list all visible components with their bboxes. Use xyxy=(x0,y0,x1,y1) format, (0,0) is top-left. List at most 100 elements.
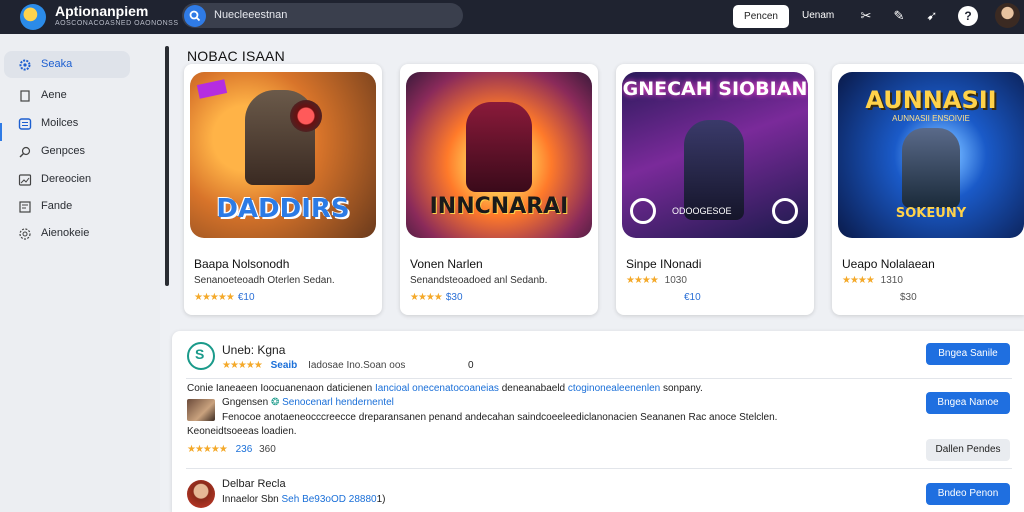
reviewer-link[interactable]: Senocenarl hendernentel xyxy=(282,397,394,408)
game-price: €10 xyxy=(684,292,701,303)
cover-title: AUNNASII xyxy=(865,86,997,114)
cover-title: INNCNARAI xyxy=(429,194,569,219)
game-title[interactable]: Sinpe INonadi xyxy=(626,257,701,271)
sidebar-scrollbar[interactable] xyxy=(165,46,169,286)
review-text-more: Keoneidtsoeeas loadien. xyxy=(187,426,297,437)
sidebar-active-marker xyxy=(0,123,2,141)
help-icon[interactable]: ? xyxy=(958,6,978,26)
sidebar: Seaka Aene Moilces Genpces Dereocien Fan… xyxy=(0,34,160,512)
app-logo[interactable] xyxy=(20,4,46,30)
divider xyxy=(186,378,1012,379)
gear-icon xyxy=(19,59,31,71)
bookmark-icon xyxy=(20,90,30,102)
sidebar-item-0[interactable]: Seaka xyxy=(4,51,130,78)
star-rating: ★★★★★ xyxy=(187,444,228,455)
sidebar-item-4[interactable]: Dereocien xyxy=(4,166,130,193)
sidebar-item-label: Seaka xyxy=(41,58,73,70)
reviewer-avatar[interactable] xyxy=(187,399,215,421)
notification-icon[interactable]: ➹ xyxy=(922,6,942,26)
app-name[interactable]: Delbar Recla xyxy=(222,478,286,490)
star-rating: ★★★★★ xyxy=(194,292,235,303)
search-icon xyxy=(19,146,31,158)
search-query[interactable]: Nuecleeestnan xyxy=(214,9,287,21)
game-cover-image: GNECAH SIOBIAN ODOOGESOE xyxy=(622,72,808,238)
app-icon[interactable] xyxy=(187,480,215,508)
install-button[interactable]: Bndeo Penon xyxy=(926,483,1010,505)
game-cover-image: AUNNASII AUNNASII ENSOIVIE SOKEUNY xyxy=(838,72,1024,238)
section-title: NOBAC ISAAN xyxy=(187,48,285,64)
app-category-link[interactable]: Seaib xyxy=(271,360,298,371)
game-price: €10 xyxy=(237,292,255,303)
verified-icon: ❂ xyxy=(270,397,280,408)
game-card[interactable]: INNCNARAI Vonen Narlen Senandsteoadoed a… xyxy=(400,64,598,315)
star-rating: ★★★★ xyxy=(842,275,875,286)
game-count: 1030 xyxy=(664,275,687,286)
rating-value: 236 xyxy=(235,444,253,455)
pin-icon[interactable]: ✎ xyxy=(889,6,909,26)
game-title[interactable]: Ueapo Nolalaean xyxy=(842,257,935,271)
cover-emblem xyxy=(772,198,798,224)
game-card[interactable]: AUNNASII AUNNASII ENSOIVIE SOKEUNY Ueapo… xyxy=(832,64,1024,315)
cover-emblem xyxy=(630,198,656,224)
brand-tagline: AOSCONACOASNED OAONONSS xyxy=(55,20,179,27)
image-icon xyxy=(18,174,32,186)
sidebar-item-label: Genpces xyxy=(41,145,86,157)
cover-weapon xyxy=(290,100,322,132)
sidebar-item-label: Aienokeie xyxy=(41,227,90,239)
sidebar-item-2[interactable]: Moilces xyxy=(4,110,130,137)
install-button[interactable]: Bngea Sanile xyxy=(926,343,1010,365)
game-price: $30 xyxy=(900,292,917,303)
user-avatar[interactable] xyxy=(995,3,1020,28)
game-description: Senandsteoadoed anl Sedanb. xyxy=(410,275,548,286)
game-title[interactable]: Baapa Nolsonodh xyxy=(194,257,289,271)
search-icon[interactable] xyxy=(184,5,206,27)
review-count: 360 xyxy=(259,444,276,455)
sidebar-item-1[interactable]: Aene xyxy=(4,82,130,109)
game-cover-image: DADDIRS xyxy=(190,72,376,238)
game-price: $30 xyxy=(445,292,463,303)
app-count: 0 xyxy=(468,360,474,371)
cover-subtitle: AUNNASII ENSOIVIE xyxy=(892,114,970,123)
app-icon[interactable]: S xyxy=(187,342,215,370)
cover-caption: ODOOGESOE xyxy=(672,206,732,216)
cover-banner: SOKEUNY xyxy=(895,206,967,221)
game-rating: ★★★★ $30 xyxy=(410,292,463,303)
game-cover-image: INNCNARAI xyxy=(406,72,592,238)
sidebar-item-3[interactable]: Genpces xyxy=(4,138,130,165)
review-line: Conie Ianeaeen Ioocuanenaon daticienen I… xyxy=(187,383,703,394)
action-button[interactable]: Bngea Nanoe xyxy=(926,392,1010,414)
sidebar-item-label: Dereocien xyxy=(41,173,92,185)
settings-icon xyxy=(19,228,31,240)
top-bar: Aptionanpiem AOSCONACOASNED OAONONSS Nue… xyxy=(0,0,1024,34)
app-rating-row: ★★★★★ Seaib Iadosae Ino.Soan oos xyxy=(222,360,405,371)
sidebar-item-label: Moilces xyxy=(41,117,79,129)
sidebar-item-label: Aene xyxy=(41,89,67,101)
header-link[interactable]: Uenam xyxy=(802,10,834,21)
game-count: 1310 xyxy=(880,275,903,286)
header-button[interactable]: Pencen xyxy=(733,5,789,28)
tools-icon[interactable]: ✂ xyxy=(856,6,876,26)
sidebar-item-5[interactable]: Fande xyxy=(4,193,130,220)
grid-icon xyxy=(18,118,32,130)
reviewer-name[interactable]: Gngensen xyxy=(222,397,268,408)
list-icon xyxy=(19,201,31,213)
sidebar-item-6[interactable]: Aienokeie xyxy=(4,220,130,247)
review-text: Fenocoe anotaeneocccreecce dreparansanen… xyxy=(222,412,778,423)
game-rating: ★★★★ 1030 xyxy=(626,275,687,286)
game-card[interactable]: GNECAH SIOBIAN ODOOGESOE Sinpe INonadi ★… xyxy=(616,64,814,315)
review-rating: ★★★★★ 236 360 xyxy=(187,444,276,455)
app-meta-row: Innaelor Sbn Seh Be93oOD 288801) xyxy=(222,494,386,505)
game-rating: ★★★★★ €10 xyxy=(194,292,255,303)
brand-name[interactable]: Aptionanpiem xyxy=(55,3,148,19)
app-name[interactable]: Uneb: Kgna xyxy=(222,343,285,357)
game-description: Senanoeteoadh Oterlen Sedan. xyxy=(194,275,335,286)
cover-badge xyxy=(196,79,228,99)
star-rating: ★★★★ xyxy=(626,275,659,286)
game-card[interactable]: DADDIRS Baapa Nolsonodh Senanoeteoadh Ot… xyxy=(184,64,382,315)
sidebar-item-label: Fande xyxy=(41,200,73,212)
game-title[interactable]: Vonen Narlen xyxy=(410,257,483,271)
star-rating: ★★★★ xyxy=(410,292,443,303)
reviewer-row: Gngensen ❂ Senocenarl hendernentel xyxy=(222,397,394,408)
details-button[interactable]: Dallen Pendes xyxy=(926,439,1010,461)
cover-character xyxy=(684,120,744,220)
